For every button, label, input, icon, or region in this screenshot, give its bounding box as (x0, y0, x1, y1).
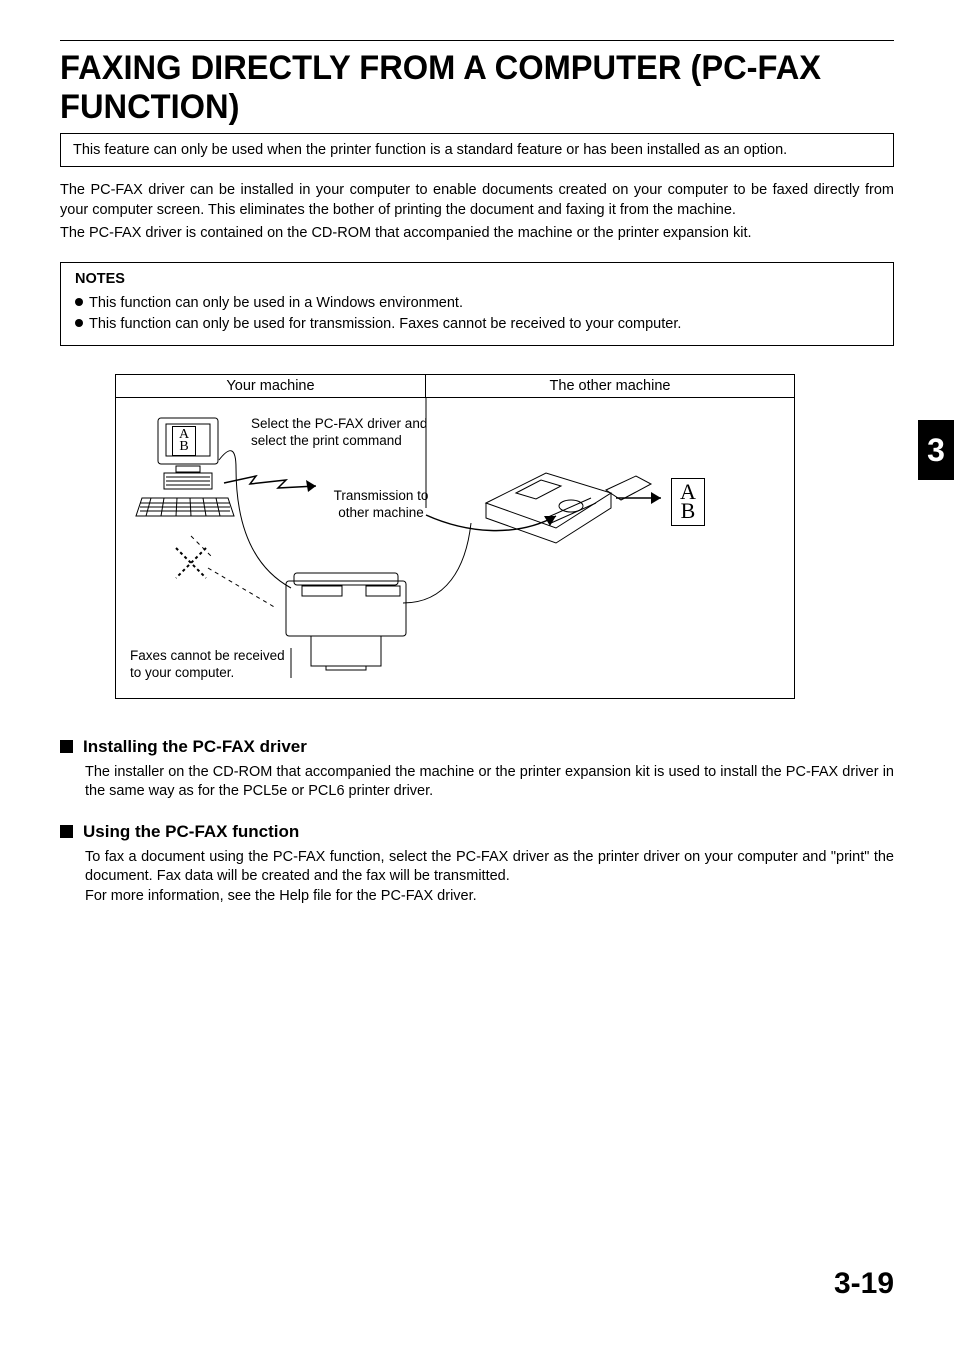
page-title: FAXING DIRECTLY FROM A COMPUTER (PC-FAX … (60, 49, 861, 127)
section-heading: Using the PC-FAX function (60, 822, 894, 842)
mfp-icon (286, 523, 471, 670)
page-number: 3-19 (834, 1267, 894, 1301)
square-bullet-icon (60, 825, 73, 838)
notes-box: NOTES This function can only be used in … (60, 262, 894, 346)
section-installing: Installing the PC-FAX driver The install… (60, 737, 894, 802)
diagram-label-select: Select the PC-FAX driver and select the … (251, 416, 431, 450)
noreceive-line2: to your computer. (130, 665, 234, 680)
section-body: The installer on the CD-ROM that accompa… (85, 763, 894, 802)
flow-diagram: Your machine The other machine (115, 374, 795, 699)
transmission-line2: other machine (338, 505, 424, 520)
top-rule (60, 40, 894, 41)
diagram-body: A B Select the PC-FAX driver and select … (116, 398, 794, 694)
diagram-label-noreceive: Faxes cannot be received to your compute… (130, 648, 300, 682)
section-heading-text: Using the PC-FAX function (83, 822, 299, 841)
keyboard-icon (136, 498, 234, 516)
diagram-label-transmission: Transmission to other machine (326, 488, 436, 522)
intro-paragraph-1: The PC-FAX driver can be installed in yo… (60, 181, 894, 220)
section-using: Using the PC-FAX function To fax a docum… (60, 822, 894, 907)
section-body: To fax a document using the PC-FAX funct… (85, 848, 894, 907)
transmission-line1: Transmission to (334, 488, 429, 503)
notes-item-text: This function can only be used for trans… (89, 316, 681, 332)
diagram-header-right: The other machine (426, 375, 794, 397)
bullet-icon (75, 319, 83, 327)
info-callout: This feature can only be used when the p… (60, 133, 894, 167)
section-heading-text: Installing the PC-FAX driver (83, 737, 307, 756)
notes-item: This function can only be used for trans… (75, 314, 879, 335)
fax-machine-icon (486, 473, 651, 543)
bullet-icon (75, 298, 83, 306)
page-content: FAXING DIRECTLY FROM A COMPUTER (PC-FAX … (0, 0, 954, 907)
notes-item: This function can only be used in a Wind… (75, 293, 879, 314)
diagram-header-row: Your machine The other machine (116, 375, 794, 398)
monitor-ab-b: B (179, 439, 188, 454)
notes-heading: NOTES (75, 271, 879, 287)
noreceive-line1: Faxes cannot be received (130, 648, 285, 663)
chapter-tab: 3 (918, 420, 954, 480)
notes-item-text: This function can only be used in a Wind… (89, 295, 463, 311)
diagram-header-left: Your machine (116, 375, 426, 397)
square-bullet-icon (60, 740, 73, 753)
intro-paragraph-2: The PC-FAX driver is contained on the CD… (60, 224, 894, 244)
output-ab-box: A B (671, 478, 705, 526)
output-ab-b: B (681, 498, 696, 523)
x-mark-icon (176, 548, 206, 578)
section-heading: Installing the PC-FAX driver (60, 737, 894, 757)
monitor-ab-icon: A B (172, 426, 196, 456)
